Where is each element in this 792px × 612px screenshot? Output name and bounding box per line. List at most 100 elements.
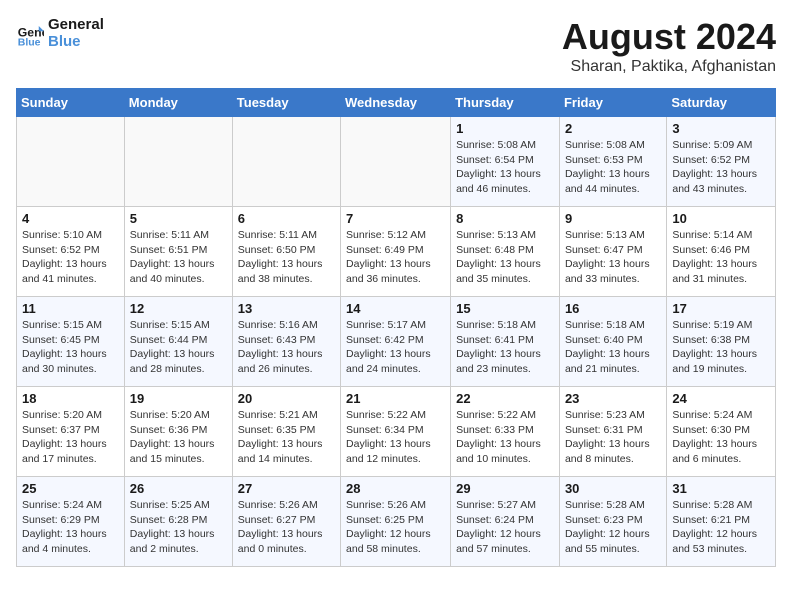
- day-info: Sunrise: 5:25 AMSunset: 6:28 PMDaylight:…: [130, 498, 227, 557]
- week-row-4: 18 Sunrise: 5:20 AMSunset: 6:37 PMDayligh…: [17, 387, 776, 477]
- day-info: Sunrise: 5:20 AMSunset: 6:36 PMDaylight:…: [130, 408, 227, 467]
- calendar-cell: 24 Sunrise: 5:24 AMSunset: 6:30 PMDayligh…: [667, 387, 776, 477]
- day-info: Sunrise: 5:17 AMSunset: 6:42 PMDaylight:…: [346, 318, 445, 377]
- day-info: Sunrise: 5:12 AMSunset: 6:49 PMDaylight:…: [346, 228, 445, 287]
- column-header-thursday: Thursday: [451, 89, 560, 117]
- day-number: 29: [456, 481, 554, 496]
- day-info: Sunrise: 5:19 AMSunset: 6:38 PMDaylight:…: [672, 318, 770, 377]
- calendar-cell: [341, 117, 451, 207]
- logo: General Blue General Blue: [16, 16, 104, 50]
- day-info: Sunrise: 5:11 AMSunset: 6:51 PMDaylight:…: [130, 228, 227, 287]
- calendar-cell: 8Sunrise: 5:13 AMSunset: 6:48 PMDaylight…: [451, 207, 560, 297]
- calendar-cell: 21 Sunrise: 5:22 AMSunset: 6:34 PMDayligh…: [341, 387, 451, 477]
- day-info: Sunrise: 5:18 AMSunset: 6:41 PMDaylight:…: [456, 318, 554, 377]
- day-number: 18: [22, 391, 119, 406]
- logo-text-line1: General: [48, 16, 104, 33]
- calendar-cell: 13 Sunrise: 5:16 AMSunset: 6:43 PMDayligh…: [232, 297, 340, 387]
- week-row-2: 4Sunrise: 5:10 AMSunset: 6:52 PMDaylight…: [17, 207, 776, 297]
- column-header-tuesday: Tuesday: [232, 89, 340, 117]
- calendar-cell: 5 Sunrise: 5:11 AMSunset: 6:51 PMDaylight…: [124, 207, 232, 297]
- column-header-wednesday: Wednesday: [341, 89, 451, 117]
- day-number: 9: [565, 211, 661, 226]
- day-info: Sunrise: 5:23 AMSunset: 6:31 PMDaylight:…: [565, 408, 661, 467]
- calendar-cell: 11 Sunrise: 5:15 AMSunset: 6:45 PMDayligh…: [17, 297, 125, 387]
- calendar-cell: 1 Sunrise: 5:08 AMSunset: 6:54 PMDaylight…: [451, 117, 560, 207]
- day-info: Sunrise: 5:24 AMSunset: 6:29 PMDaylight:…: [22, 498, 119, 557]
- calendar-cell: 19Sunrise: 5:20 AMSunset: 6:36 PMDayligh…: [124, 387, 232, 477]
- day-number: 3: [672, 121, 770, 136]
- calendar-cell: 9Sunrise: 5:13 AMSunset: 6:47 PMDaylight…: [559, 207, 666, 297]
- calendar-cell: 22 Sunrise: 5:22 AMSunset: 6:33 PMDayligh…: [451, 387, 560, 477]
- calendar-cell: [124, 117, 232, 207]
- calendar-cell: 31 Sunrise: 5:28 AMSunset: 6:21 PMDayligh…: [667, 477, 776, 567]
- day-info: Sunrise: 5:20 AMSunset: 6:37 PMDaylight:…: [22, 408, 119, 467]
- calendar-cell: 17 Sunrise: 5:19 AMSunset: 6:38 PMDayligh…: [667, 297, 776, 387]
- day-info: Sunrise: 5:11 AMSunset: 6:50 PMDaylight:…: [238, 228, 335, 287]
- day-info: Sunrise: 5:22 AMSunset: 6:33 PMDaylight:…: [456, 408, 554, 467]
- svg-text:Blue: Blue: [18, 36, 41, 47]
- day-info: Sunrise: 5:28 AMSunset: 6:21 PMDaylight:…: [672, 498, 770, 557]
- calendar-cell: 27 Sunrise: 5:26 AMSunset: 6:27 PMDayligh…: [232, 477, 340, 567]
- day-info: Sunrise: 5:08 AMSunset: 6:54 PMDaylight:…: [456, 138, 554, 197]
- calendar-cell: 7 Sunrise: 5:12 AMSunset: 6:49 PMDaylight…: [341, 207, 451, 297]
- calendar-cell: [232, 117, 340, 207]
- column-header-saturday: Saturday: [667, 89, 776, 117]
- day-info: Sunrise: 5:09 AMSunset: 6:52 PMDaylight:…: [672, 138, 770, 197]
- calendar-cell: 6 Sunrise: 5:11 AMSunset: 6:50 PMDaylight…: [232, 207, 340, 297]
- day-info: Sunrise: 5:28 AMSunset: 6:23 PMDaylight:…: [565, 498, 661, 557]
- day-number: 31: [672, 481, 770, 496]
- calendar-cell: 30 Sunrise: 5:28 AMSunset: 6:23 PMDayligh…: [559, 477, 666, 567]
- day-number: 11: [22, 301, 119, 316]
- day-info: Sunrise: 5:15 AMSunset: 6:45 PMDaylight:…: [22, 318, 119, 377]
- day-number: 14: [346, 301, 445, 316]
- day-number: 10: [672, 211, 770, 226]
- column-header-friday: Friday: [559, 89, 666, 117]
- day-info: Sunrise: 5:27 AMSunset: 6:24 PMDaylight:…: [456, 498, 554, 557]
- day-number: 25: [22, 481, 119, 496]
- day-number: 20: [238, 391, 335, 406]
- calendar-cell: 23Sunrise: 5:23 AMSunset: 6:31 PMDayligh…: [559, 387, 666, 477]
- day-info: Sunrise: 5:26 AMSunset: 6:27 PMDaylight:…: [238, 498, 335, 557]
- day-number: 5: [130, 211, 227, 226]
- day-number: 8: [456, 211, 554, 226]
- day-number: 7: [346, 211, 445, 226]
- calendar-cell: 25 Sunrise: 5:24 AMSunset: 6:29 PMDayligh…: [17, 477, 125, 567]
- logo-icon: General Blue: [16, 19, 44, 47]
- header-row: SundayMondayTuesdayWednesdayThursdayFrid…: [17, 89, 776, 117]
- calendar-cell: 14 Sunrise: 5:17 AMSunset: 6:42 PMDayligh…: [341, 297, 451, 387]
- day-info: Sunrise: 5:26 AMSunset: 6:25 PMDaylight:…: [346, 498, 445, 557]
- logo-text-line2: Blue: [48, 33, 104, 50]
- calendar-cell: [17, 117, 125, 207]
- day-number: 16: [565, 301, 661, 316]
- day-number: 21: [346, 391, 445, 406]
- column-header-monday: Monday: [124, 89, 232, 117]
- day-number: 30: [565, 481, 661, 496]
- day-number: 12: [130, 301, 227, 316]
- day-info: Sunrise: 5:10 AMSunset: 6:52 PMDaylight:…: [22, 228, 119, 287]
- day-number: 17: [672, 301, 770, 316]
- day-info: Sunrise: 5:21 AMSunset: 6:35 PMDaylight:…: [238, 408, 335, 467]
- calendar-cell: 26Sunrise: 5:25 AMSunset: 6:28 PMDayligh…: [124, 477, 232, 567]
- day-info: Sunrise: 5:16 AMSunset: 6:43 PMDaylight:…: [238, 318, 335, 377]
- calendar-subtitle: Sharan, Paktika, Afghanistan: [562, 58, 776, 76]
- day-number: 1: [456, 121, 554, 136]
- day-number: 6: [238, 211, 335, 226]
- calendar-cell: 29 Sunrise: 5:27 AMSunset: 6:24 PMDayligh…: [451, 477, 560, 567]
- calendar-cell: 16Sunrise: 5:18 AMSunset: 6:40 PMDayligh…: [559, 297, 666, 387]
- day-info: Sunrise: 5:24 AMSunset: 6:30 PMDaylight:…: [672, 408, 770, 467]
- calendar-cell: 28Sunrise: 5:26 AMSunset: 6:25 PMDayligh…: [341, 477, 451, 567]
- calendar-cell: 3 Sunrise: 5:09 AMSunset: 6:52 PMDaylight…: [667, 117, 776, 207]
- day-info: Sunrise: 5:22 AMSunset: 6:34 PMDaylight:…: [346, 408, 445, 467]
- calendar-cell: 12Sunrise: 5:15 AMSunset: 6:44 PMDayligh…: [124, 297, 232, 387]
- title-area: August 2024 Sharan, Paktika, Afghanistan: [562, 16, 776, 76]
- day-number: 24: [672, 391, 770, 406]
- week-row-3: 11 Sunrise: 5:15 AMSunset: 6:45 PMDayligh…: [17, 297, 776, 387]
- day-number: 22: [456, 391, 554, 406]
- day-number: 27: [238, 481, 335, 496]
- day-number: 13: [238, 301, 335, 316]
- calendar-table: SundayMondayTuesdayWednesdayThursdayFrid…: [16, 88, 776, 567]
- calendar-cell: 18 Sunrise: 5:20 AMSunset: 6:37 PMDayligh…: [17, 387, 125, 477]
- column-header-sunday: Sunday: [17, 89, 125, 117]
- week-row-1: 1 Sunrise: 5:08 AMSunset: 6:54 PMDaylight…: [17, 117, 776, 207]
- week-row-5: 25 Sunrise: 5:24 AMSunset: 6:29 PMDayligh…: [17, 477, 776, 567]
